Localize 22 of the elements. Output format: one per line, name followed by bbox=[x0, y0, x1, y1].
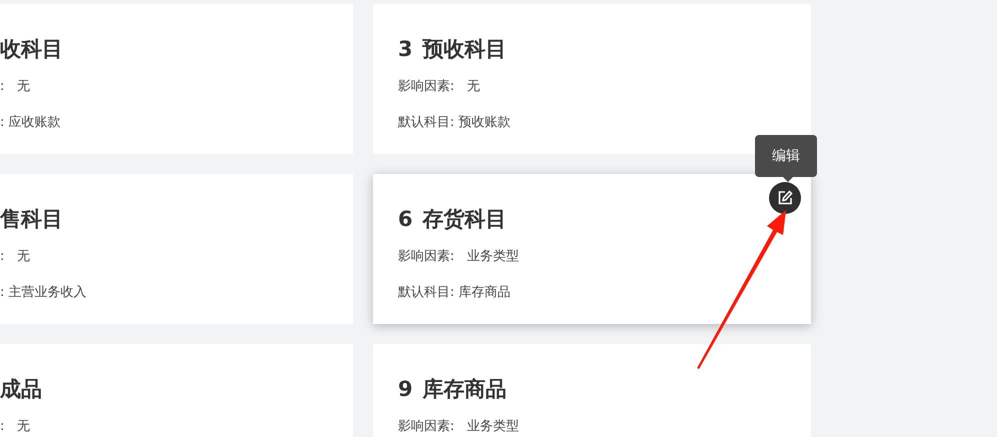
field-text: : 应收账款 bbox=[0, 114, 62, 132]
card-number: 6 bbox=[398, 206, 413, 233]
field-text: 默认科目: 库存商品 bbox=[398, 284, 512, 302]
card-title: 收科目 bbox=[0, 36, 63, 63]
field-text: 默认科目: 预收账款 bbox=[398, 114, 512, 132]
field-text: 影响因素: 业务类型 bbox=[398, 248, 520, 266]
card-number: 9 bbox=[398, 376, 413, 403]
edit-icon bbox=[777, 190, 793, 206]
card-title: 库存商品 bbox=[422, 376, 507, 403]
field-text: 影响因素: 无 bbox=[398, 78, 481, 96]
edit-button[interactable] bbox=[769, 182, 801, 214]
tooltip: 编辑 bbox=[755, 135, 817, 177]
card-title: 存货科目 bbox=[422, 206, 507, 233]
card-title: 预收科目 bbox=[422, 36, 507, 63]
field-text: : 无 bbox=[0, 78, 31, 96]
field-text: : 无 bbox=[0, 418, 31, 436]
field-text: : 主营业务收入 bbox=[0, 284, 88, 302]
field-text: 影响因素: 业务类型 bbox=[398, 418, 520, 436]
card-title: 成品 bbox=[0, 376, 42, 403]
card-number: 3 bbox=[398, 36, 413, 63]
field-text: : 无 bbox=[0, 248, 31, 266]
card-title: 售科目 bbox=[0, 206, 63, 233]
